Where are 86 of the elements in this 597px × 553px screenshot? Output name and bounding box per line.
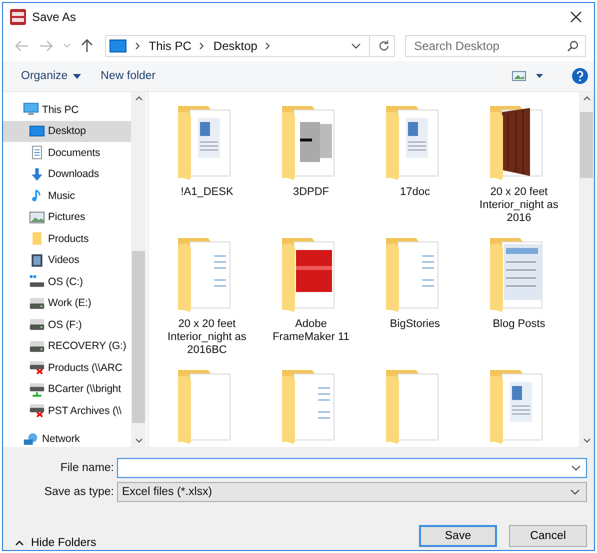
address-bar[interactable]: This PC Desktop: [104, 35, 396, 57]
folder-name: 20 x 20 feet Interior_night as 2016BC: [166, 318, 248, 357]
sidebar-item[interactable]: Network: [3, 428, 131, 447]
scroll-up-icon[interactable]: [582, 96, 590, 101]
breadcrumb-item[interactable]: This PC: [148, 39, 192, 53]
caret-icon: [72, 74, 81, 78]
folder-item[interactable]: BigStories: [369, 236, 461, 331]
folder-item[interactable]: 17doc: [369, 104, 461, 199]
scroll-down-icon[interactable]: [134, 438, 142, 443]
pictures-icon: [29, 210, 45, 225]
folder-item[interactable]: Blog Posts: [473, 236, 565, 331]
sidebar-item[interactable]: Desktop: [3, 120, 131, 142]
sidebar-item[interactable]: Downloads: [3, 164, 131, 185]
sidebar-item[interactable]: This PC: [3, 99, 131, 120]
desktop-icon: [108, 39, 127, 53]
scroll-thumb[interactable]: [580, 112, 593, 178]
videos-icon: [29, 252, 45, 268]
drive-icon: [29, 338, 45, 354]
folder-name: BigStories: [388, 318, 442, 331]
system-drive-icon: [29, 274, 45, 290]
folder-item[interactable]: !A1_DESK: [161, 104, 253, 199]
cancel-button[interactable]: Cancel: [509, 525, 587, 547]
back-arrow-icon[interactable]: [15, 40, 29, 52]
sidebar-item[interactable]: Products: [3, 228, 131, 250]
file-name-label: File name:: [59, 462, 115, 474]
folder-item[interactable]: 20 x 20 feet Interior_night as 2016BC: [161, 236, 253, 357]
up-arrow-icon[interactable]: [80, 39, 93, 53]
view-options-icon[interactable]: [512, 70, 544, 82]
scroll-up-icon[interactable]: [134, 96, 142, 101]
scroll-thumb[interactable]: [132, 251, 145, 423]
desktop-icon: [29, 124, 45, 139]
chevron-right-icon: [265, 42, 272, 50]
search-field[interactable]: Search Desktop: [405, 35, 586, 57]
drive-icon: [29, 317, 45, 332]
folder-item[interactable]: 20 x 20 feet Interior_night as 2016: [473, 104, 565, 225]
close-icon[interactable]: [570, 11, 582, 23]
net-drive-on-icon: [29, 382, 45, 397]
content-scrollbar[interactable]: [579, 92, 594, 447]
sidebar-item[interactable]: OS (F:): [3, 314, 131, 336]
forward-arrow-icon[interactable]: [38, 40, 53, 52]
sidebar-item[interactable]: Work (E:): [3, 292, 131, 314]
new-folder-button[interactable]: New folder: [94, 68, 162, 84]
sidebar-item[interactable]: Videos: [3, 250, 131, 271]
sidebar-item[interactable]: BCarter (\\bright: [3, 378, 131, 400]
save-as-type-label: Save as type:: [43, 486, 115, 498]
sidebar-item[interactable]: Products (\\ARC: [3, 357, 131, 378]
folder-name: !A1_DESK: [180, 186, 234, 199]
sidebar-item[interactable]: OS (C:): [3, 271, 131, 292]
scroll-down-icon[interactable]: [582, 438, 590, 443]
sidebar-item[interactable]: Music: [3, 185, 131, 206]
file-name-field[interactable]: [117, 458, 587, 478]
folder-item[interactable]: Adobe FrameMaker 11: [265, 236, 357, 344]
folder-name: Adobe FrameMaker 11: [272, 318, 350, 344]
network-icon: [23, 432, 39, 447]
sidebar-item[interactable]: PST Archives (\\: [3, 400, 131, 422]
downloads-icon: [29, 166, 45, 182]
drive-icon: [29, 296, 45, 311]
save-button[interactable]: Save: [419, 525, 497, 547]
chevron-down-icon[interactable]: [571, 465, 581, 471]
net-drive-off-icon: [29, 403, 45, 418]
folder-name: 20 x 20 feet Interior_night as 2016: [478, 186, 560, 225]
folder-name: 17doc: [399, 186, 431, 199]
hide-folders-button[interactable]: Hide Folders: [15, 537, 96, 549]
sidebar-item[interactable]: Pictures: [3, 206, 131, 228]
chevron-up-icon: [15, 540, 24, 546]
help-icon[interactable]: [572, 68, 588, 84]
pc-icon: [23, 102, 39, 118]
save-as-type-dropdown[interactable]: Excel files (*.xlsx): [117, 482, 587, 502]
window-title: Save As: [32, 10, 78, 24]
folder-item[interactable]: 3DPDF: [265, 104, 357, 199]
chevron-down-icon: [570, 489, 580, 495]
folder-name: Blog Posts: [492, 318, 546, 331]
breadcrumb-item[interactable]: Desktop: [213, 39, 258, 53]
folder-name: 3DPDF: [292, 186, 330, 199]
documents-icon: [29, 145, 45, 160]
refresh-icon[interactable]: [378, 40, 390, 52]
app-icon: [10, 9, 26, 25]
net-drive-off-icon: [29, 360, 45, 376]
search-icon: [567, 40, 580, 52]
sidebar-scrollbar[interactable]: [131, 92, 146, 447]
chevron-right-icon: [134, 42, 141, 50]
sidebar-item[interactable]: RECOVERY (G:): [3, 336, 131, 357]
chevron-right-icon: [199, 42, 206, 50]
organize-button[interactable]: Organize: [15, 68, 87, 84]
chevron-down-icon[interactable]: [351, 43, 362, 49]
sidebar-item[interactable]: Documents: [3, 142, 131, 164]
